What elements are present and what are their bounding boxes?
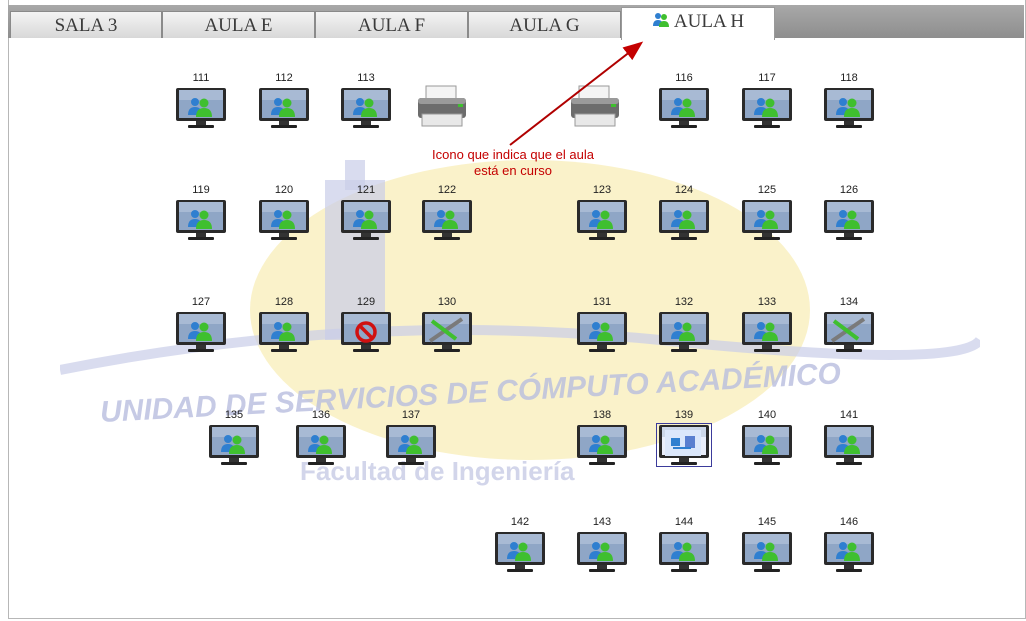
annotation-line-2: está en curso [473,163,553,178]
annotation-line-1: Icono que indica que el aula [432,147,594,162]
annotation-arrow [509,41,644,146]
annotation-label: Icono que indica que el aula está en cur… [418,147,608,179]
